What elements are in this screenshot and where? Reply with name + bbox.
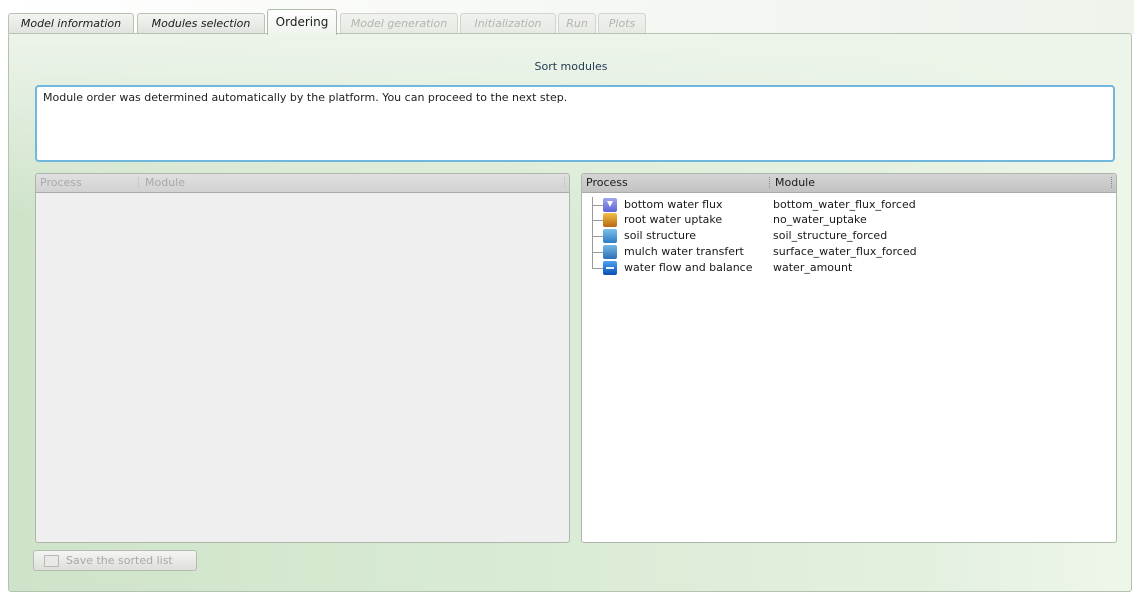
module-name: surface_water_flux_forced [773, 245, 917, 258]
soil-structure-icon [603, 229, 617, 243]
list-item[interactable]: root water uptake no_water_uptake [582, 212, 1116, 228]
unsorted-list-header: Process Module [36, 174, 569, 193]
module-name: no_water_uptake [773, 213, 867, 226]
tab-bar: Model information Modules selection Orde… [0, 0, 1134, 35]
root-water-uptake-icon [603, 213, 617, 227]
ordering-panel: Sort modules Module order was determined… [8, 33, 1132, 592]
process-name: bottom water flux [624, 198, 723, 211]
save-icon [44, 555, 59, 567]
list-item[interactable]: water flow and balance water_amount [582, 260, 1116, 276]
process-name: soil structure [624, 229, 696, 242]
column-resize-handle[interactable] [1111, 177, 1114, 188]
tab-model-generation: Model generation [340, 13, 458, 34]
list-item[interactable]: mulch water transfert surface_water_flux… [582, 244, 1116, 260]
list-item[interactable]: bottom water flux bottom_water_flux_forc… [582, 197, 1116, 213]
sorted-module-list[interactable]: Process Module bottom water flux bottom_… [581, 173, 1117, 543]
column-resize-handle[interactable] [564, 177, 567, 188]
save-sorted-list-button[interactable]: Save the sorted list [33, 550, 197, 571]
module-name: water_amount [773, 261, 853, 274]
process-name: root water uptake [624, 213, 723, 226]
tree-branch-line [592, 260, 603, 269]
tab-plots: Plots [598, 13, 646, 34]
list-item[interactable]: soil structure soil_structure_forced [582, 228, 1116, 244]
process-name: mulch water transfert [624, 245, 744, 258]
column-resize-handle[interactable] [138, 177, 141, 188]
unsorted-module-list[interactable]: Process Module [35, 173, 570, 543]
tree-branch-line [592, 244, 603, 260]
tab-model-information[interactable]: Model information [8, 13, 134, 34]
col-module-header[interactable]: Module [145, 174, 185, 192]
tab-run: Run [558, 13, 596, 34]
bottom-water-flux-icon [603, 198, 617, 212]
module-name: bottom_water_flux_forced [773, 198, 916, 211]
module-name: soil_structure_forced [773, 229, 888, 242]
col-process-header[interactable]: Process [586, 174, 628, 192]
tree-branch-line [592, 212, 603, 228]
save-button-label: Save the sorted list [66, 554, 173, 567]
tree-branch-line [592, 197, 603, 213]
tree-branch-line [592, 228, 603, 244]
water-flow-balance-icon [603, 261, 617, 275]
sorted-list-header: Process Module [582, 174, 1116, 193]
status-message-box: Module order was determined automaticall… [35, 85, 1115, 162]
tab-modules-selection[interactable]: Modules selection [137, 13, 265, 34]
tab-ordering[interactable]: Ordering [267, 9, 337, 35]
process-name: water flow and balance [624, 261, 753, 274]
sort-modules-title: Sort modules [534, 60, 608, 73]
column-resize-handle[interactable] [769, 177, 772, 188]
col-module-header[interactable]: Module [775, 174, 815, 192]
mulch-water-transfert-icon [603, 245, 617, 259]
tab-initialization: Initialization [460, 13, 556, 34]
col-process-header[interactable]: Process [40, 174, 82, 192]
